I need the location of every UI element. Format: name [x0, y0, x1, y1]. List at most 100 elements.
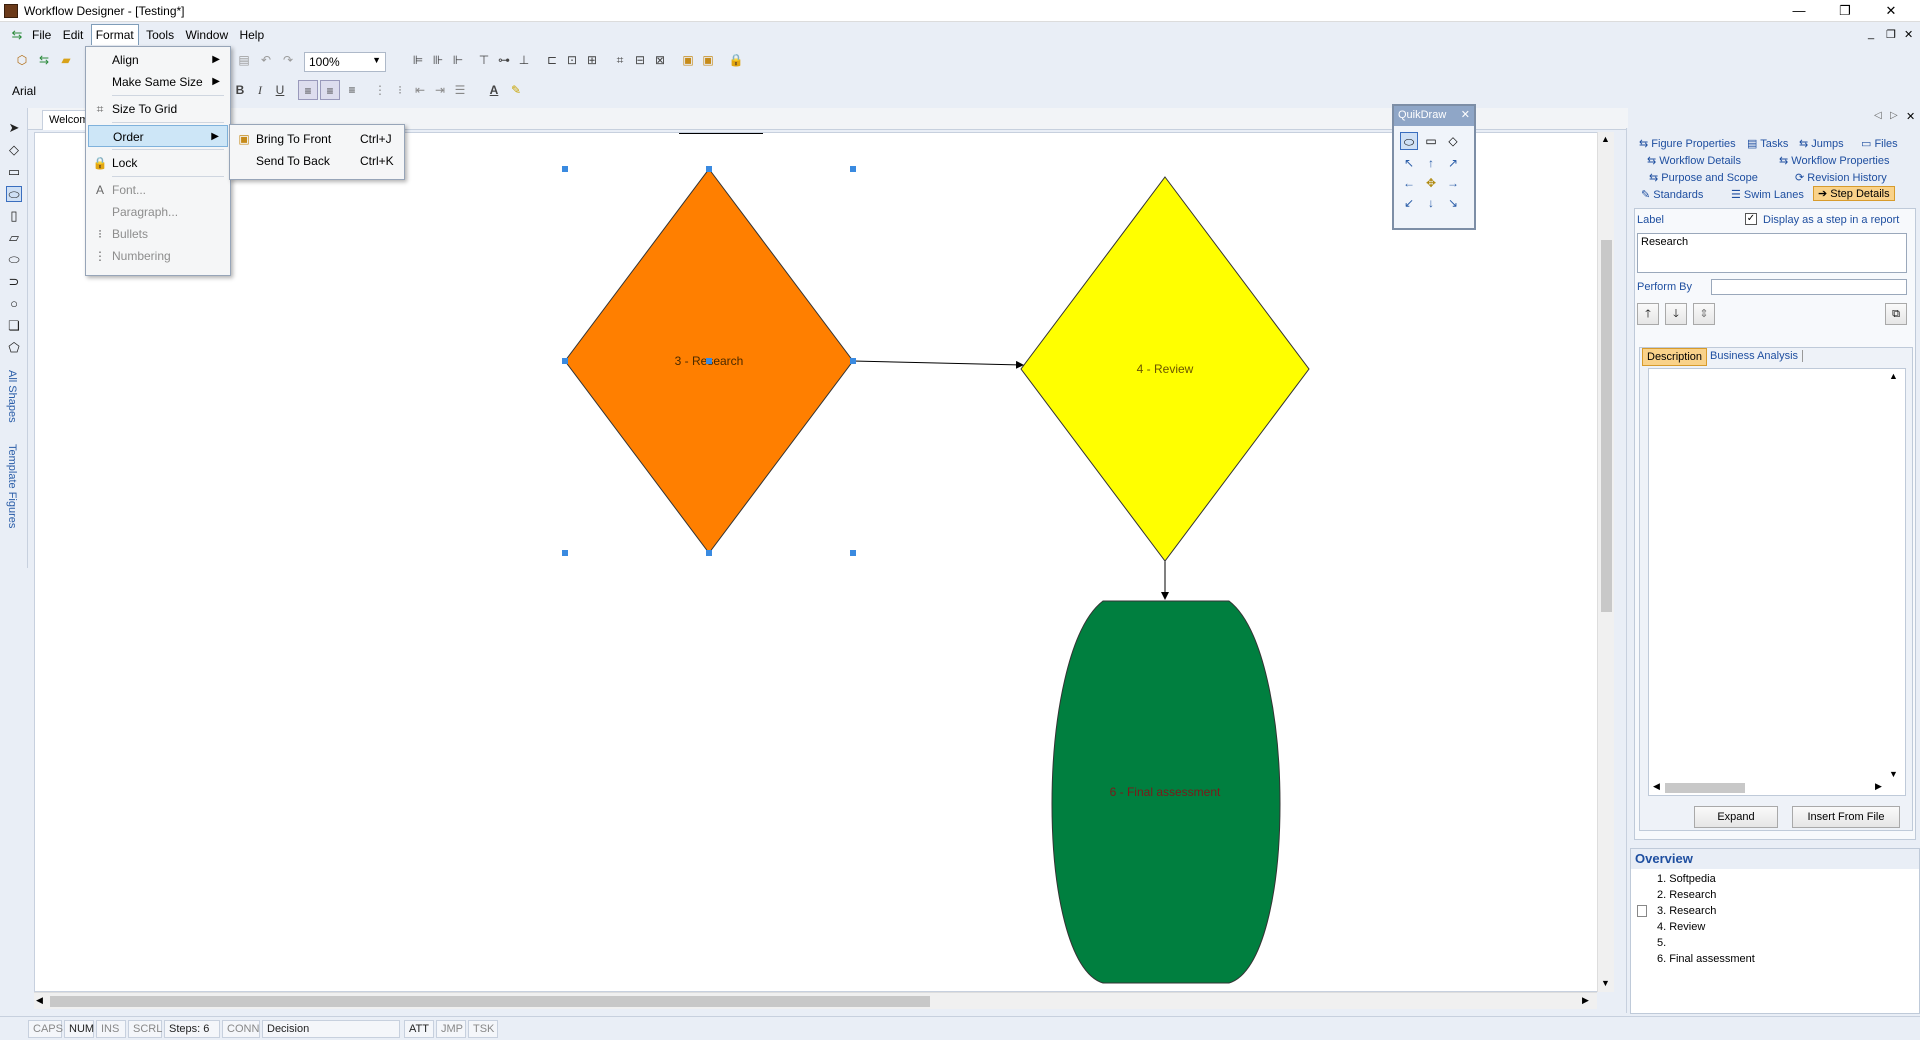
tab-swim-lanes[interactable]: ☰ Swim Lanes [1731, 188, 1804, 201]
menu-paragraph[interactable]: Paragraph... [88, 201, 228, 223]
vertical-scroll-thumb[interactable] [1601, 240, 1612, 612]
tab-figure-properties[interactable]: ⇆ Figure Properties [1639, 137, 1736, 150]
description-editor[interactable]: ▲ ▼ ◀ ▶ [1648, 368, 1906, 796]
underline-icon[interactable]: U [270, 80, 290, 100]
label-input[interactable]: Research [1637, 233, 1907, 273]
text-align-left-icon[interactable]: ≡ [298, 80, 318, 100]
terminator-shape-icon[interactable]: ⬭ [6, 252, 22, 268]
desc-hscroll-thumb[interactable] [1665, 783, 1745, 793]
align-top-icon[interactable]: ⊤ [474, 50, 494, 70]
same-size-icon[interactable]: ⊞ [582, 50, 602, 70]
process-shape-icon[interactable]: ▯ [6, 208, 22, 224]
quikdraw-center-icon[interactable]: ✥ [1422, 174, 1440, 192]
tab-files[interactable]: ▭ Files [1861, 137, 1898, 150]
multi-document-icon[interactable]: ❏ [6, 318, 22, 334]
desc-scroll-left-icon[interactable]: ◀ [1653, 781, 1660, 792]
quikdraw-nw-arrow-icon[interactable]: ↖ [1400, 154, 1418, 172]
menu-bring-to-front[interactable]: ▣ Bring To Front Ctrl+J [232, 128, 402, 150]
menu-window[interactable]: Window [181, 25, 232, 45]
quikdraw-close-icon[interactable]: ✕ [1461, 108, 1470, 121]
tab-revision-history[interactable]: ⟳ Revision History [1795, 171, 1887, 184]
menu-align[interactable]: Align ▶ [88, 49, 228, 71]
print-icon[interactable]: ▤ [234, 50, 254, 70]
delay-shape-icon[interactable]: ⊃ [6, 274, 22, 290]
new-workflow-icon[interactable]: ⇆ [34, 50, 54, 70]
quikdraw-ellipse-icon[interactable]: ⬭ [1400, 132, 1418, 150]
tab-close-icon[interactable]: ✕ [1906, 110, 1915, 123]
insert-from-file-button[interactable]: Insert From File [1792, 806, 1900, 828]
tab-standards[interactable]: ✎ Standards [1641, 188, 1703, 201]
italic-icon[interactable]: I [250, 80, 270, 100]
split-icon[interactable]: ⇕ [1693, 303, 1715, 325]
tab-workflow-details[interactable]: ⇆ Workflow Details [1647, 154, 1741, 167]
overview-item[interactable]: 4. Review [1657, 921, 1705, 933]
quikdraw-n-arrow-icon[interactable]: ↑ [1422, 154, 1440, 172]
display-step-checkbox[interactable]: ✓ [1745, 213, 1757, 225]
connector-shape-icon[interactable]: ○ [6, 296, 22, 312]
menu-lock[interactable]: 🔒 Lock [88, 152, 228, 174]
align-bottom-icon[interactable]: ⊥ [514, 50, 534, 70]
menu-order[interactable]: Order ▶ [88, 125, 228, 147]
quikdraw-se-arrow-icon[interactable]: ↘ [1444, 194, 1462, 212]
mdi-close-icon[interactable]: ✕ [1904, 28, 1913, 41]
quikdraw-sw-arrow-icon[interactable]: ↙ [1400, 194, 1418, 212]
menu-format[interactable]: Format [90, 24, 139, 45]
text-align-right-icon[interactable]: ≡ [342, 80, 362, 100]
desc-scroll-right-icon[interactable]: ▶ [1875, 781, 1882, 792]
menu-font[interactable]: A Font... [88, 179, 228, 201]
quikdraw-e-arrow-icon[interactable]: → [1444, 174, 1462, 192]
menu-file[interactable]: File [28, 25, 55, 45]
canvas-horizontal-scrollbar[interactable]: ◀ ▶ [34, 992, 1597, 1009]
align-left-icon[interactable]: ⊫ [408, 50, 428, 70]
move-up-icon[interactable]: 🡑 [1637, 303, 1659, 325]
pointer-icon[interactable]: ➤ [6, 120, 22, 136]
mdi-minimize-icon[interactable]: _ [1868, 28, 1874, 40]
font-color-icon[interactable]: A [484, 80, 504, 100]
tab-purpose-scope[interactable]: ⇆ Purpose and Scope [1649, 171, 1758, 184]
bold-icon[interactable]: B [230, 80, 250, 100]
overview-item[interactable]: 3. Research [1657, 905, 1716, 917]
scroll-down-icon[interactable]: ▼ [1601, 978, 1610, 988]
desc-scroll-up-icon[interactable]: ▲ [1889, 371, 1898, 381]
lock-icon[interactable]: 🔒 [726, 50, 746, 70]
all-shapes-tab[interactable]: All Shapes [6, 370, 18, 423]
move-down-icon[interactable]: 🡓 [1665, 303, 1687, 325]
maximize-button[interactable]: ❐ [1822, 0, 1868, 22]
quikdraw-rectangle-icon[interactable]: ▭ [1422, 132, 1440, 150]
center-horizontal-icon[interactable]: ⊟ [630, 50, 650, 70]
size-to-grid-icon[interactable]: ⌗ [610, 50, 630, 70]
close-button[interactable]: ✕ [1868, 0, 1914, 22]
offpage-shape-icon[interactable]: ⬠ [6, 340, 22, 356]
open-folder-icon[interactable]: ▰ [56, 50, 76, 70]
overview-item[interactable]: 5. [1657, 937, 1666, 949]
copy-icon[interactable]: ⧉ [1885, 303, 1907, 325]
expand-button[interactable]: Expand [1694, 806, 1778, 828]
perform-by-input[interactable] [1711, 279, 1907, 295]
menu-numbering[interactable]: ⋮ Numbering [88, 245, 228, 267]
indent-icon[interactable]: ⇥ [430, 80, 450, 100]
redo-icon[interactable]: ↷ [278, 50, 298, 70]
send-back-icon[interactable]: ▣ [698, 50, 718, 70]
workflow-canvas[interactable]: 3 - Research 4 - Review 6 - Final assess… [34, 132, 1604, 992]
horizontal-scroll-thumb[interactable] [50, 996, 930, 1007]
align-right-icon[interactable]: ⊩ [448, 50, 468, 70]
tab-step-details[interactable]: ➔ Step Details [1813, 186, 1895, 201]
menu-bullets[interactable]: ⁝ Bullets [88, 223, 228, 245]
align-middle-icon[interactable]: ⊶ [494, 50, 514, 70]
align-center-icon[interactable]: ⊪ [428, 50, 448, 70]
outdent-icon[interactable]: ⇤ [410, 80, 430, 100]
tab-scroll-left-icon[interactable]: ◁ [1874, 110, 1882, 121]
mdi-restore-icon[interactable]: ❐ [1886, 28, 1896, 41]
tab-tasks[interactable]: ▤ Tasks [1747, 137, 1788, 150]
overview-item[interactable]: 6. Final assessment [1657, 953, 1755, 965]
menu-size-to-grid[interactable]: ⌗ Size To Grid [88, 98, 228, 120]
menu-edit[interactable]: Edit [59, 25, 88, 45]
scroll-up-icon[interactable]: ▲ [1601, 134, 1610, 144]
same-width-icon[interactable]: ⊏ [542, 50, 562, 70]
subtab-description[interactable]: Description [1642, 348, 1708, 366]
quikdraw-diamond-icon[interactable]: ◇ [1444, 132, 1462, 150]
bring-front-icon[interactable]: ▣ [678, 50, 698, 70]
text-align-center-icon[interactable]: ≡ [320, 80, 340, 100]
menu-help[interactable]: Help [235, 25, 268, 45]
menu-tools[interactable]: Tools [142, 25, 178, 45]
